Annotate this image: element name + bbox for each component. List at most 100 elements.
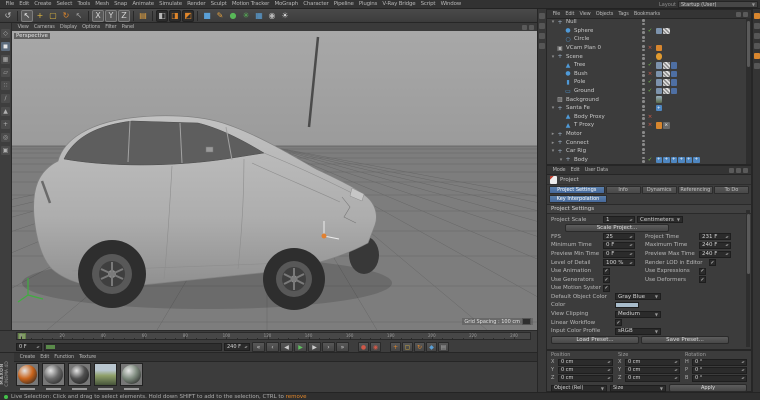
render-visibility-dot[interactable] xyxy=(642,100,645,103)
render-visibility-dot[interactable] xyxy=(642,117,645,120)
editor-visibility-dot[interactable] xyxy=(642,131,645,134)
live-selection-icon[interactable]: ↖ xyxy=(21,9,33,22)
tab-info[interactable]: Info xyxy=(605,186,641,194)
attribute-scrollbar[interactable] xyxy=(746,210,750,347)
menu-select[interactable]: Select xyxy=(54,1,75,7)
z-axis-lock-icon[interactable]: Z xyxy=(118,9,130,22)
rotation-b-field[interactable]: 0 ° ▴▾ xyxy=(692,374,747,382)
render-visibility-dot[interactable] xyxy=(642,125,645,129)
editor-visibility-dot[interactable] xyxy=(642,96,645,100)
last-tool-icon[interactable]: ↖ xyxy=(73,10,85,22)
use-deformers-checkbox[interactable]: ✓ xyxy=(699,276,706,284)
material-environment[interactable] xyxy=(94,363,117,390)
workplane-mode-icon[interactable]: ▱ xyxy=(1,68,10,77)
snap-icon[interactable]: ◎ xyxy=(1,133,10,142)
visibility-dots[interactable] xyxy=(642,53,645,60)
menu-edit[interactable]: Edit xyxy=(17,1,32,7)
view-clipping-dropdown[interactable]: Medium ▼ xyxy=(615,310,661,318)
move-tool-icon[interactable]: + xyxy=(34,10,46,22)
material-graphite[interactable] xyxy=(68,363,91,390)
viewport-canvas[interactable] xyxy=(12,31,537,330)
goto-start-button[interactable]: « xyxy=(252,342,265,352)
size-mode-dropdown[interactable]: Size ▼ xyxy=(610,384,666,392)
gear-icon[interactable] xyxy=(743,167,748,173)
ik-tag-icon[interactable]: + xyxy=(678,156,685,163)
next-key-button[interactable]: › xyxy=(322,342,335,352)
render-view-icon[interactable]: ◧ xyxy=(156,9,168,22)
goto-end-button[interactable]: » xyxy=(336,342,349,352)
object-row-vcam-plan-0[interactable]: ▣ VCam Plan 0 × xyxy=(548,44,745,53)
comp-tag-icon[interactable] xyxy=(670,79,677,86)
dock-tab-3[interactable] xyxy=(753,33,760,39)
size-z-field[interactable]: 0 cm ▴▾ xyxy=(625,374,680,382)
editor-visibility-dot[interactable] xyxy=(642,156,645,160)
menu-script[interactable]: Script xyxy=(418,1,438,7)
spline-pen-icon[interactable]: ✎ xyxy=(214,10,226,22)
object-row-body-proxy[interactable]: ▲ Body Proxy × xyxy=(548,113,745,122)
menu-plugins[interactable]: Plugins xyxy=(356,1,380,7)
object-manager-scrollbar[interactable] xyxy=(746,18,751,164)
material-menu-function[interactable]: Function xyxy=(52,354,77,360)
render-visibility-dot[interactable] xyxy=(642,108,645,112)
texture-tag-icon[interactable] xyxy=(663,27,670,35)
play-button[interactable]: ▶ xyxy=(294,342,307,352)
phong-tag-icon[interactable] xyxy=(655,70,662,78)
menu-render[interactable]: Render xyxy=(184,1,208,7)
render-settings-icon[interactable]: ◩ xyxy=(182,9,194,22)
position-x-field[interactable]: 0 cm ▴▾ xyxy=(558,358,613,366)
texture-tag-icon[interactable] xyxy=(663,62,670,69)
viewport-menu-options[interactable]: Options xyxy=(80,24,103,30)
editor-visibility-dot[interactable] xyxy=(642,105,645,108)
position-y-field[interactable]: 0 cm ▴▾ xyxy=(558,366,613,374)
menu-snap[interactable]: Snap xyxy=(112,1,130,7)
texture-tag-icon[interactable] xyxy=(663,87,670,95)
visibility-dots[interactable] xyxy=(642,27,645,34)
search-icon[interactable] xyxy=(736,11,741,17)
menu-simulate[interactable]: Simulate xyxy=(157,1,185,7)
object-row-bush[interactable]: ● Bush × xyxy=(548,70,745,79)
render-visibility-dot[interactable] xyxy=(642,82,645,86)
maximum-time-field[interactable]: 240 F ▴▾ xyxy=(699,241,731,249)
object-row-car-rig[interactable]: ▾ + Car Rig xyxy=(548,147,745,156)
disabled-x-icon[interactable]: × xyxy=(647,122,654,128)
object-manager-menu-file[interactable]: File xyxy=(550,11,563,17)
render-visibility-dot[interactable] xyxy=(642,22,645,26)
size-x-field[interactable]: 0 cm ▴▾ xyxy=(625,358,680,366)
visibility-dots[interactable] xyxy=(642,113,645,120)
menu-tools[interactable]: Tools xyxy=(75,1,93,7)
key-position-toggle[interactable]: + xyxy=(390,342,401,352)
visibility-dots[interactable] xyxy=(642,62,645,69)
enable-axis-icon[interactable]: + xyxy=(1,120,10,129)
object-row-tree[interactable]: ▲ Tree ✓ xyxy=(548,61,745,70)
menu-animate[interactable]: Animate xyxy=(130,1,157,7)
object-manager-menu-edit[interactable]: Edit xyxy=(563,11,577,17)
object-manager-menu-view[interactable]: View xyxy=(577,11,593,17)
record-button[interactable]: ● xyxy=(358,342,369,352)
render-visibility-dot[interactable] xyxy=(642,65,645,69)
render-lod-checkbox[interactable]: ✓ xyxy=(709,259,716,267)
edges-mode-icon[interactable]: ∕ xyxy=(1,94,10,103)
coordinate-system-icon[interactable]: ▤ xyxy=(137,10,149,22)
viewport-maximize-icon[interactable] xyxy=(529,24,534,30)
editor-visibility-dot[interactable] xyxy=(642,148,645,151)
project-time-field[interactable]: 231 F ▴▾ xyxy=(699,233,731,241)
comp-tag-icon[interactable] xyxy=(670,70,677,78)
attribute-menu-user-data[interactable]: User Data xyxy=(582,167,610,173)
object-row-ground[interactable]: ▭ Ground ✓ xyxy=(548,87,745,96)
current-frame-field[interactable]: 0 F ▴▾ xyxy=(16,343,42,351)
viewport-menu-panel[interactable]: Panel xyxy=(119,24,137,30)
visibility-dots[interactable] xyxy=(642,36,645,43)
key-rotation-toggle[interactable]: ↻ xyxy=(414,342,425,352)
use-animation-checkbox[interactable]: ✓ xyxy=(603,267,610,275)
render-picture-viewer-icon[interactable]: ◨ xyxy=(169,9,181,22)
disabled-x-icon[interactable]: × xyxy=(647,71,654,77)
editor-visibility-dot[interactable] xyxy=(642,27,645,31)
visibility-dots[interactable] xyxy=(642,19,645,26)
render-visibility-dot[interactable] xyxy=(642,31,645,34)
render-visibility-dot[interactable] xyxy=(642,143,645,146)
panel-tab-2[interactable] xyxy=(539,23,545,29)
key-scale-toggle[interactable]: ▢ xyxy=(402,342,413,352)
object-row-santa-fe[interactable]: ▾ + Santa Fe + xyxy=(548,104,745,113)
visibility-dots[interactable] xyxy=(642,45,645,52)
make-editable-icon[interactable]: ◇ xyxy=(1,29,10,38)
